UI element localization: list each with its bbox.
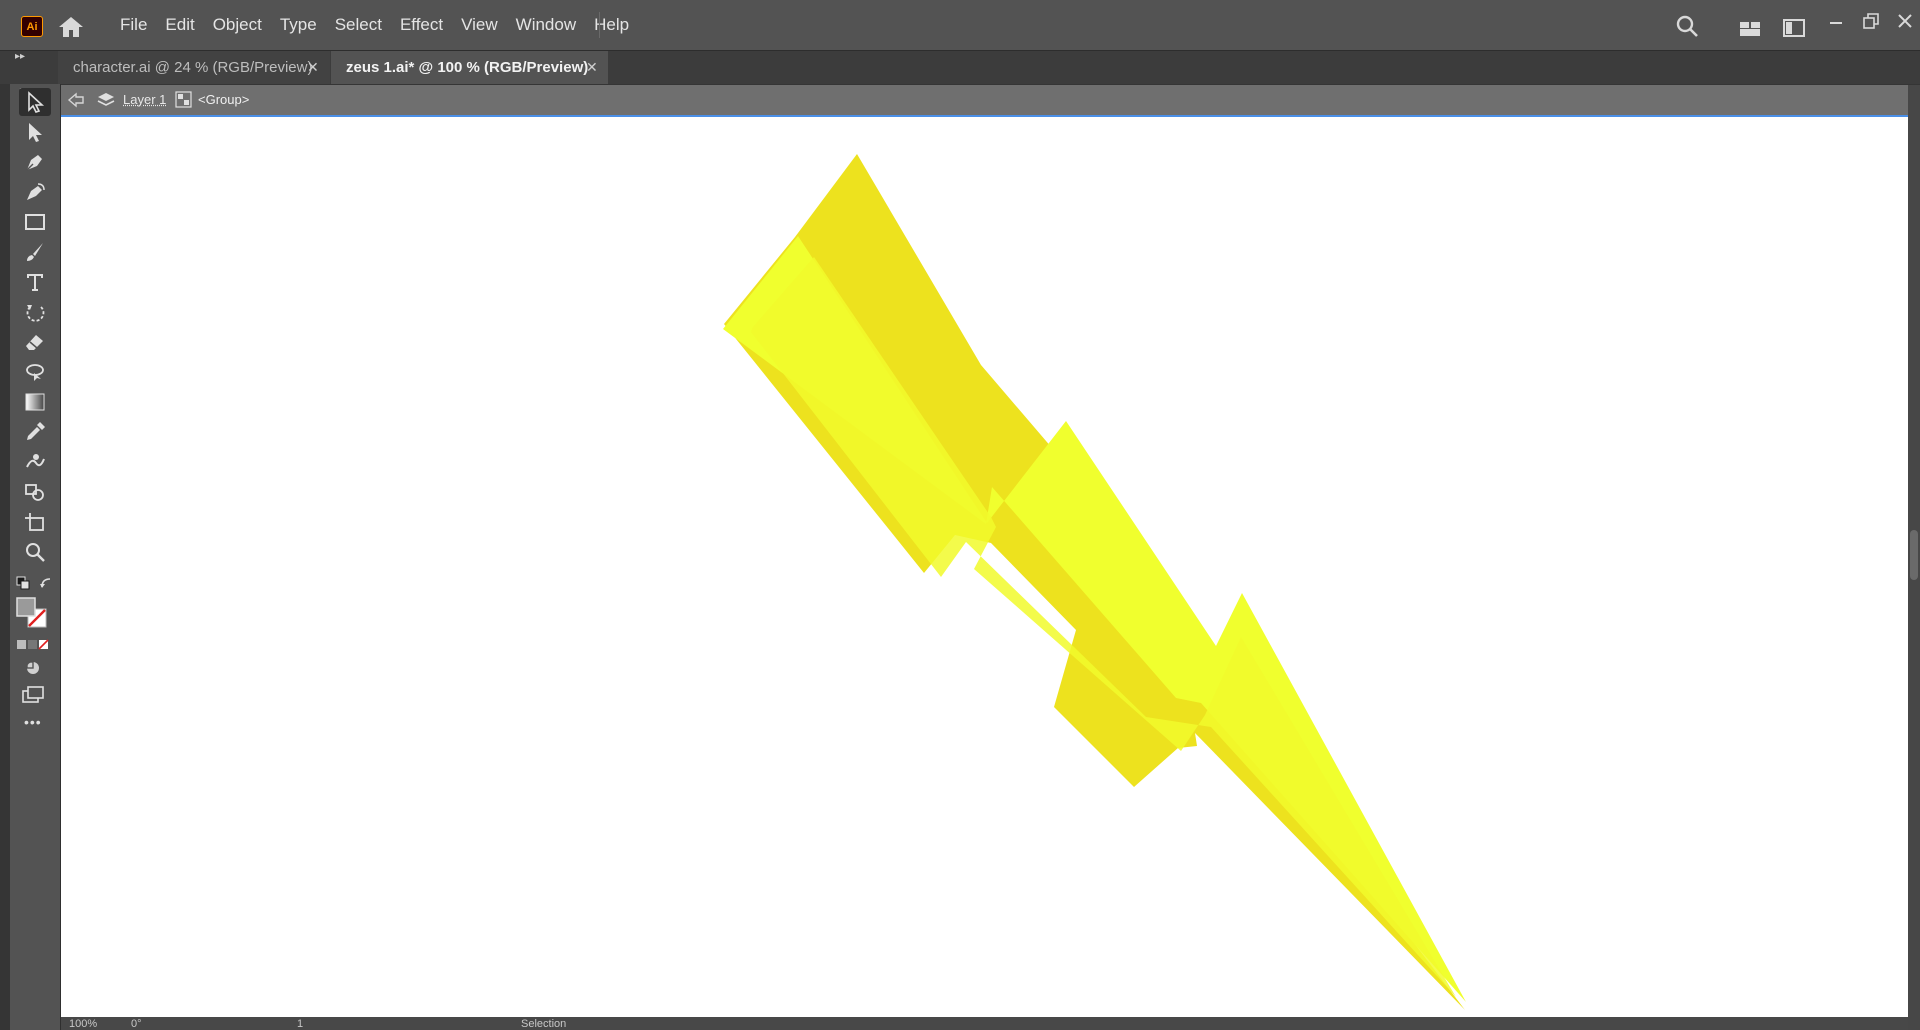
scrollbar-thumb[interactable] (1910, 530, 1918, 580)
paintbrush-icon (27, 243, 43, 261)
menu-type[interactable]: Type (271, 0, 326, 50)
minimize-icon (1830, 22, 1842, 24)
draw-mode-icon (26, 661, 39, 674)
breadcrumb-layer[interactable]: Layer 1 (123, 92, 166, 107)
menu-bar: Ai File Edit Object Type Select Effect V… (0, 0, 1920, 51)
pen-tool[interactable] (19, 148, 51, 176)
swap-fill-stroke-button[interactable] (39, 576, 53, 595)
rotate-tool[interactable] (19, 298, 51, 326)
breadcrumb-group[interactable]: <Group> (198, 92, 249, 107)
close-icon[interactable]: ✕ (586, 51, 598, 84)
status-tool-label[interactable]: Selection (521, 1018, 566, 1030)
direct-selection-tool[interactable] (19, 118, 51, 146)
close-icon[interactable]: ✕ (307, 51, 319, 84)
type-t-icon (27, 274, 43, 291)
lightning-bolt-artwork[interactable] (61, 117, 1908, 1017)
menu-edit[interactable]: Edit (156, 0, 203, 50)
menu-divider (599, 12, 600, 38)
curvature-pen-icon (27, 183, 45, 200)
fill-stroke-swatches[interactable] (16, 597, 48, 634)
puppet-warp-tool[interactable] (19, 448, 51, 476)
menu-file[interactable]: File (112, 0, 156, 50)
restore-button[interactable] (1862, 12, 1880, 35)
menu-help[interactable]: Help (585, 0, 638, 50)
rectangle-icon (25, 214, 45, 230)
workspace-switcher-button[interactable] (1783, 18, 1805, 43)
artboard-canvas[interactable] (61, 117, 1908, 1017)
close-icon (1898, 14, 1912, 28)
workspace-switcher-icon (1783, 19, 1805, 37)
arrange-documents-button[interactable] (1739, 19, 1761, 42)
selection-tool[interactable] (19, 88, 51, 116)
color-gradient-none-icon (17, 639, 49, 650)
layers-icon (97, 91, 115, 114)
restore-icon (1863, 13, 1879, 29)
artboard-icon (25, 513, 44, 531)
zoom-level-field[interactable]: 100% (69, 1018, 97, 1030)
menu-select[interactable]: Select (326, 0, 391, 50)
rotation-field[interactable]: 0° (131, 1018, 142, 1030)
default-fill-stroke-button[interactable] (16, 576, 30, 595)
close-window-button[interactable] (1896, 12, 1914, 35)
selection-arrow-icon (28, 91, 45, 113)
arrange-documents-icon (1740, 22, 1760, 36)
menu-object[interactable]: Object (204, 0, 271, 50)
paintbrush-tool[interactable] (19, 238, 51, 266)
zoom-tool[interactable] (19, 538, 51, 566)
search-icon (1676, 15, 1698, 37)
menu-window[interactable]: Window (507, 0, 585, 50)
document-tab-bar: ▸▸ character.ai @ 24 % (RGB/Preview) ✕ z… (0, 51, 1920, 84)
curvature-tool[interactable] (19, 178, 51, 206)
drawing-modes-button[interactable] (24, 659, 42, 682)
type-tool[interactable] (19, 268, 51, 296)
shape-builder-tool[interactable] (19, 478, 51, 506)
swap-arrow-icon (40, 578, 51, 588)
vertical-scrollbar[interactable] (1908, 85, 1920, 1030)
eyedropper-tool[interactable] (19, 418, 51, 446)
eraser-icon (26, 335, 43, 350)
direct-selection-arrow-icon (29, 123, 42, 142)
tab-label: character.ai @ 24 % (RGB/Preview) (73, 59, 313, 76)
screen-mode-icon (22, 686, 44, 703)
artboard-tool[interactable] (19, 508, 51, 536)
menu-view[interactable]: View (452, 0, 507, 50)
gradient-tool[interactable] (19, 388, 51, 416)
search-button[interactable] (1675, 14, 1699, 43)
gradient-icon (25, 393, 45, 411)
edit-toolbar-more-icon[interactable]: ••• (24, 714, 42, 730)
illustrator-logo: Ai (21, 16, 43, 37)
status-bar: 100% 0° 1 Selection (61, 1017, 1908, 1030)
home-icon (59, 17, 83, 37)
pen-icon (26, 155, 42, 171)
group-icon (175, 91, 192, 113)
rectangle-tool[interactable] (19, 208, 51, 236)
minimize-button[interactable] (1828, 14, 1844, 35)
back-arrow-icon (67, 92, 84, 108)
lasso-icon (26, 364, 44, 381)
tab-character[interactable]: character.ai @ 24 % (RGB/Preview) ✕ (58, 51, 330, 84)
eraser-tool[interactable] (19, 328, 51, 356)
lasso-tool[interactable] (19, 358, 51, 386)
main-menu: File Edit Object Type Select Effect View… (112, 0, 638, 50)
color-mode-buttons[interactable] (16, 638, 50, 656)
shape-builder-icon (25, 484, 44, 501)
eyedropper-icon (27, 422, 45, 440)
collapse-panels-icon[interactable]: ▸▸ (15, 51, 25, 62)
fill-stroke-icon (16, 597, 47, 628)
screen-mode-button[interactable] (22, 686, 44, 709)
tab-zeus[interactable]: zeus 1.ai* @ 100 % (RGB/Preview) ✕ (331, 51, 608, 84)
home-button[interactable] (57, 15, 85, 39)
puppet-warp-icon (26, 454, 45, 468)
rotate-icon (26, 305, 45, 322)
tab-label: zeus 1.ai* @ 100 % (RGB/Preview) (346, 59, 589, 76)
menu-effect[interactable]: Effect (391, 0, 452, 50)
isolation-mode-bar: Layer 1 <Group> (61, 85, 1908, 117)
back-button[interactable] (67, 92, 85, 113)
zoom-magnifier-icon (26, 543, 45, 562)
default-colors-icon (16, 576, 30, 590)
artboard-number-field[interactable]: 1 (297, 1018, 303, 1030)
tools-panel: ━━ (10, 84, 61, 1030)
